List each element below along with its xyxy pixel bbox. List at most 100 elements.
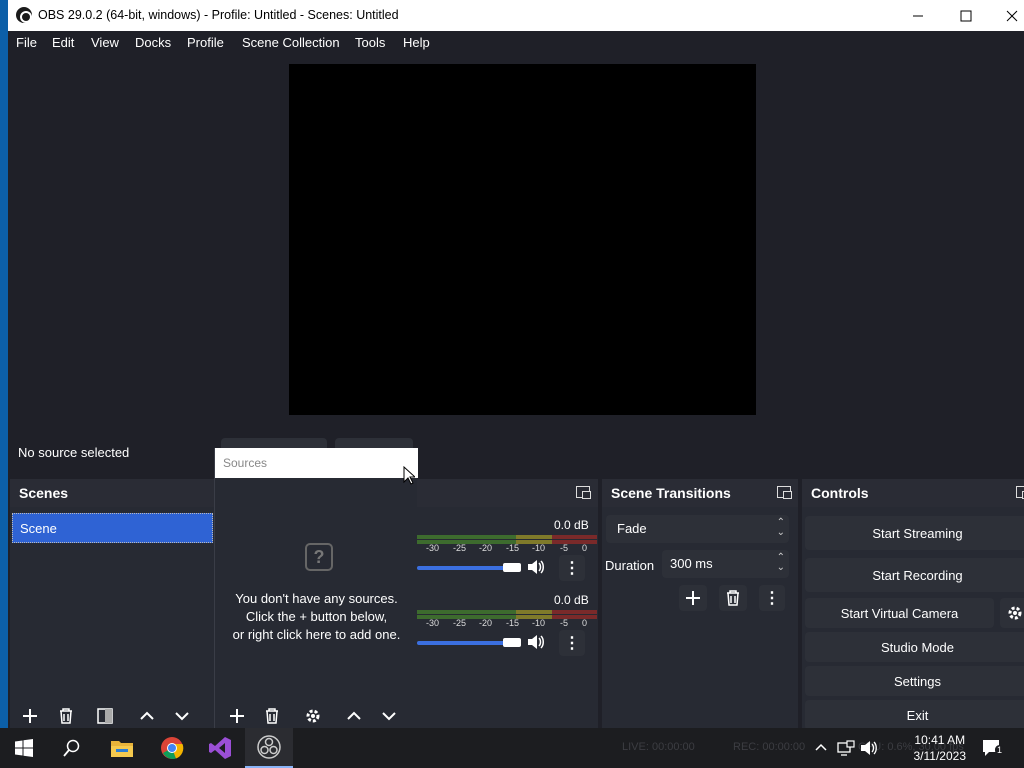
meter-tick: -15 <box>506 618 520 628</box>
live-status: LIVE: 00:00:00 <box>622 741 695 753</box>
start-streaming-button[interactable]: Start Streaming <box>805 516 1024 550</box>
scene-item-label: Scene <box>20 521 57 536</box>
chrome-button[interactable] <box>148 728 196 768</box>
title-bar: OBS 29.0.2 (64-bit, windows) - Profile: … <box>8 0 1024 31</box>
clock-time: 10:41 AM <box>914 733 966 747</box>
updown-icon: ⌃ ⌄ <box>776 517 785 538</box>
move-scene-down-button[interactable] <box>168 703 196 728</box>
menu-help[interactable]: Help <box>403 35 430 50</box>
file-explorer-button[interactable] <box>98 728 146 768</box>
settings-button[interactable]: Settings <box>805 666 1024 696</box>
speaker-icon[interactable] <box>527 634 545 655</box>
start-recording-button[interactable]: Start Recording <box>805 558 1024 592</box>
minimize-button[interactable] <box>895 0 941 31</box>
add-source-button[interactable] <box>223 703 251 728</box>
meter-tick: -10 <box>532 618 546 628</box>
speaker-icon[interactable] <box>527 559 545 580</box>
controls-title: Controls <box>811 485 869 501</box>
tray-chevron-up-icon[interactable] <box>814 740 828 759</box>
add-transition-button[interactable] <box>679 585 707 611</box>
menu-docks[interactable]: Docks <box>135 35 171 50</box>
close-button[interactable] <box>989 0 1024 31</box>
preview-canvas[interactable] <box>289 64 756 415</box>
source-settings-button[interactable] <box>299 703 327 728</box>
add-scene-button[interactable] <box>16 703 44 728</box>
undock-icon[interactable] <box>777 486 792 499</box>
menu-tools[interactable]: Tools <box>355 35 385 50</box>
taskbar-clock[interactable]: 10:41 AM 3/11/2023 <box>914 732 967 764</box>
trash-icon <box>266 708 278 724</box>
maximize-icon <box>960 10 972 21</box>
undock-icon[interactable] <box>576 486 591 499</box>
remove-scene-button[interactable] <box>52 703 80 728</box>
windows-logo-icon <box>15 739 33 757</box>
obs-taskbar-button[interactable] <box>245 728 293 768</box>
question-icon: ? <box>305 543 333 571</box>
virtual-camera-settings-button[interactable] <box>1000 598 1024 628</box>
chevron-down-icon <box>175 712 189 721</box>
mixer-dock-header <box>416 479 598 507</box>
visual-studio-button[interactable] <box>196 728 244 768</box>
meter-tick: -25 <box>453 618 467 628</box>
notification-badge: 1 <box>995 745 1005 755</box>
menu-file[interactable]: File <box>16 35 37 50</box>
menu-profile[interactable]: Profile <box>187 35 224 50</box>
trash-icon <box>60 708 72 724</box>
obs-logo-icon <box>16 7 32 23</box>
sources-empty-line: You don't have any sources. <box>235 591 398 606</box>
sources-empty-message: You don't have any sources. Click the + … <box>215 590 418 644</box>
volume-slider-handle[interactable] <box>503 638 521 647</box>
transition-select-value: Fade <box>617 521 647 536</box>
audio-meter <box>417 535 597 539</box>
volume-slider[interactable] <box>417 566 513 570</box>
studio-mode-button[interactable]: Studio Mode <box>805 632 1024 662</box>
menu-scene-collection[interactable]: Scene Collection <box>242 35 340 50</box>
no-source-label: No source selected <box>18 445 130 460</box>
duration-spinbox[interactable]: 300 ms ⌃ ⌄ <box>662 550 789 578</box>
start-virtual-camera-button[interactable]: Start Virtual Camera <box>805 598 994 628</box>
mixer-menu-button[interactable]: ⋮ <box>559 630 585 656</box>
gear-icon <box>306 709 320 723</box>
start-button[interactable] <box>0 728 48 768</box>
meter-tick: -25 <box>453 543 467 553</box>
plus-icon <box>230 709 244 723</box>
scene-filters-button[interactable] <box>91 703 119 728</box>
meter-tick: -20 <box>479 618 493 628</box>
transition-menu-button[interactable]: ⋮ <box>759 585 785 611</box>
move-source-down-button[interactable] <box>375 703 403 728</box>
menu-view[interactable]: View <box>91 35 119 50</box>
updown-icon: ⌃ ⌄ <box>776 552 785 573</box>
mixer-db-readout: 0.0 dB <box>554 593 589 607</box>
menu-edit[interactable]: Edit <box>52 35 74 50</box>
meter-tick: -5 <box>560 543 569 553</box>
close-icon <box>1006 10 1018 21</box>
volume-slider-handle[interactable] <box>503 563 521 572</box>
search-button[interactable] <box>48 728 96 768</box>
volume-slider[interactable] <box>417 641 513 645</box>
window-title: OBS 29.0.2 (64-bit, windows) - Profile: … <box>38 8 399 22</box>
menu-bar: File Edit View Docks Profile Scene Colle… <box>8 31 1024 55</box>
notification-center-icon[interactable]: 1 <box>982 739 1005 762</box>
exit-button[interactable]: Exit <box>805 700 1024 728</box>
filter-icon <box>97 708 113 724</box>
meter-tick: 0 <box>582 543 588 553</box>
move-source-up-button[interactable] <box>340 703 368 728</box>
obs-window: OBS 29.0.2 (64-bit, windows) - Profile: … <box>8 0 1024 728</box>
plus-icon <box>23 709 37 723</box>
clock-date: 3/11/2023 <box>913 749 967 763</box>
mouse-cursor-icon <box>403 465 417 491</box>
mixer-menu-button[interactable]: ⋮ <box>559 555 585 581</box>
remove-transition-button[interactable] <box>719 585 747 611</box>
transitions-dock-header: Scene Transitions <box>602 479 798 507</box>
undock-icon[interactable] <box>1016 486 1024 499</box>
scene-item[interactable]: Scene <box>12 513 213 543</box>
remove-source-button[interactable] <box>258 703 286 728</box>
network-icon[interactable] <box>837 740 855 761</box>
maximize-button[interactable] <box>943 0 989 31</box>
move-scene-up-button[interactable] <box>133 703 161 728</box>
sources-title[interactable]: Sources <box>215 448 418 478</box>
transition-select[interactable]: Fade ⌃ ⌄ <box>606 515 789 543</box>
meter-tick: 0 <box>582 618 588 628</box>
volume-icon[interactable] <box>860 740 878 761</box>
meter-tick: -10 <box>532 543 546 553</box>
